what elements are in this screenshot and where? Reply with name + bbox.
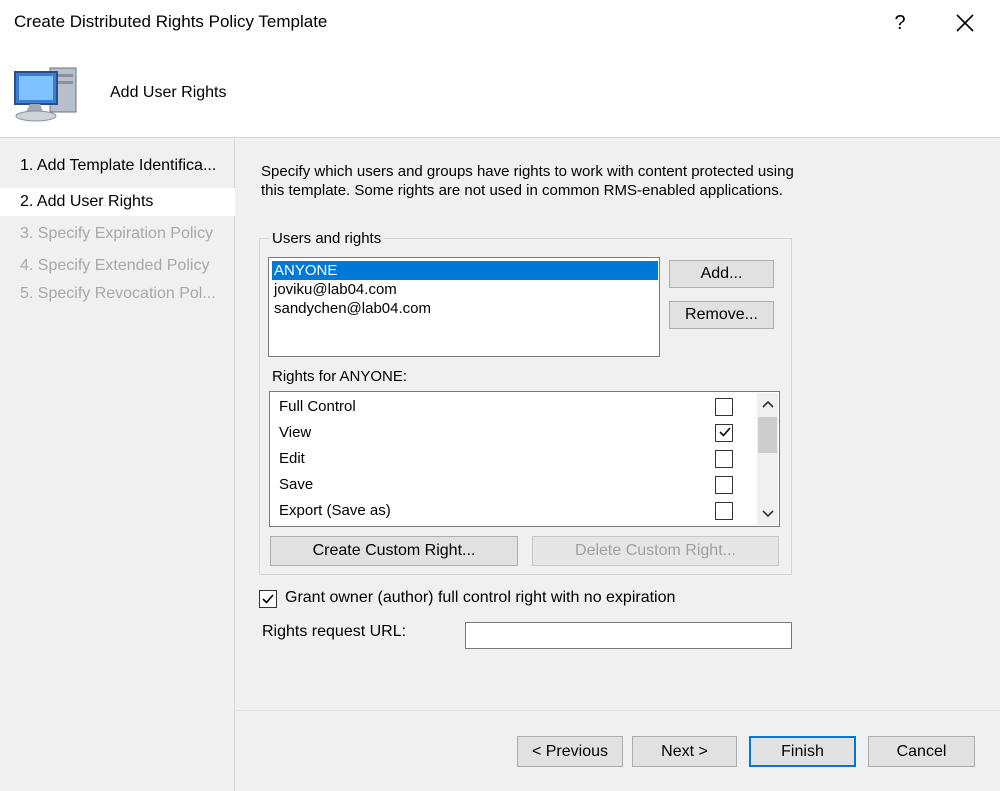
page-title: Add User Rights [110,84,227,101]
cancel-button[interactable]: Cancel [868,736,975,767]
right-checkbox-edit[interactable] [715,450,733,468]
right-row-full-control[interactable]: Full Control [279,394,749,420]
window-title: Create Distributed Rights Policy Templat… [14,12,328,31]
user-row-anyone[interactable]: ANYONE [272,261,658,280]
right-name: Save [279,476,314,493]
right-row-edit[interactable]: Edit [279,446,749,472]
rights-for-label: Rights for ANYONE: [272,368,408,385]
right-checkbox-full-control[interactable] [715,398,733,416]
right-checkbox-view[interactable] [715,424,733,442]
finish-button[interactable]: Finish [749,736,856,767]
grant-owner-checkbox[interactable] [259,590,277,608]
user-row-joviku[interactable]: joviku@lab04.com [272,280,658,299]
close-button[interactable] [944,6,986,40]
user-row-sandychen[interactable]: sandychen@lab04.com [272,299,658,318]
right-checkbox-export[interactable] [715,502,733,520]
nav-step-add-user-rights[interactable]: 2. Add User Rights [0,188,235,216]
nav-step-template-identification[interactable]: 1. Add Template Identifica... [0,152,235,180]
right-name: Full Control [279,398,356,415]
scroll-thumb[interactable] [758,417,777,453]
remove-user-button[interactable]: Remove... [669,301,774,329]
create-custom-right-button[interactable]: Create Custom Right... [270,536,518,566]
users-list[interactable]: ANYONE joviku@lab04.com sandychen@lab04.… [268,257,660,357]
next-button[interactable]: Next > [632,736,737,767]
close-icon [956,14,974,32]
grant-owner-label[interactable]: Grant owner (author) full control right … [285,589,675,607]
chevron-up-icon [761,400,774,408]
chevron-down-icon [761,510,774,518]
scroll-down-button[interactable] [757,503,778,525]
wizard-steps-nav: 1. Add Template Identifica... 2. Add Use… [0,139,235,791]
add-user-button[interactable]: Add... [669,260,774,288]
help-button[interactable]: ? [884,6,916,40]
right-name: Edit [279,450,305,467]
right-row-save[interactable]: Save [279,472,749,498]
right-name: Export (Save as) [279,502,391,519]
check-icon [262,594,274,604]
title-bar: Create Distributed Rights Policy Templat… [0,0,1000,46]
nav-step-expiration-policy: 3. Specify Expiration Policy [20,225,213,242]
rights-list[interactable]: Full Control View Edit Save Export (Save… [269,391,780,527]
rights-request-url-label: Rights request URL: [262,623,407,640]
delete-custom-right-button: Delete Custom Right... [532,536,779,566]
previous-button[interactable]: < Previous [517,736,623,767]
users-and-rights-legend: Users and rights [270,230,384,247]
nav-step-revocation-policy: 5. Specify Revocation Pol... [20,285,216,302]
right-name: View [279,424,312,441]
check-icon [719,427,731,437]
computer-icon [12,58,84,124]
right-row-view[interactable]: View [279,420,749,446]
right-checkbox-save[interactable] [715,476,733,494]
scroll-up-button[interactable] [757,393,778,415]
rights-request-url-input[interactable] [465,622,792,649]
nav-step-extended-policy: 4. Specify Extended Policy [20,257,210,274]
right-row-export[interactable]: Export (Save as) [279,498,749,524]
step-description: Specify which users and groups have righ… [261,163,794,199]
wizard-header: Add User Rights [0,46,1000,138]
